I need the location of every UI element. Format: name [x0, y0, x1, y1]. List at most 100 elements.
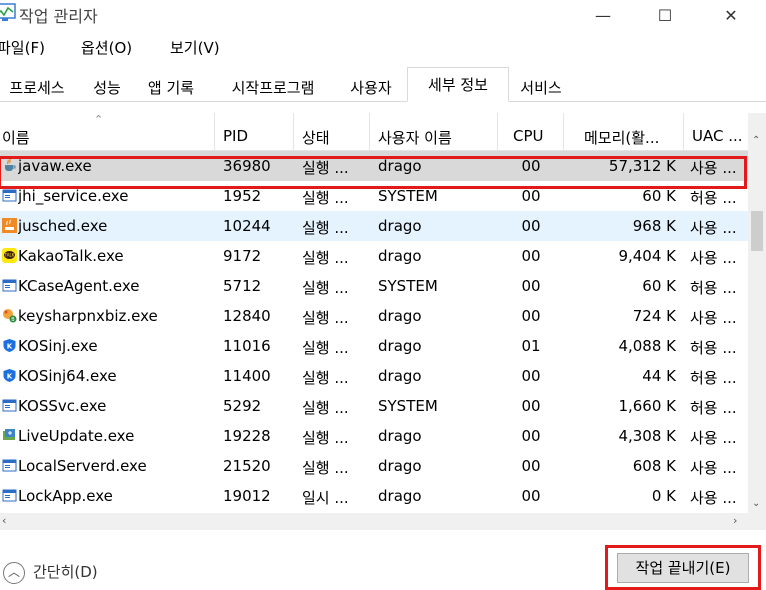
process-cpu: 01 — [521, 337, 541, 355]
table-row[interactable]: jusched.exe 10244 실행 ... drago 00 968 K 사용 ... — [0, 211, 748, 241]
process-pid: 1952 — [223, 187, 262, 205]
process-uac: 사용 ... — [690, 249, 737, 267]
process-uac: 사용 ... — [690, 429, 737, 447]
tab-performance[interactable]: 성능 — [84, 73, 130, 99]
process-cpu: 00 — [521, 187, 541, 205]
column-header-uac[interactable]: UAC ... — [692, 127, 743, 145]
table-row[interactable]: Bkeysharpnxbiz.exe 12840 실행 ... drago 00 724 … — [0, 301, 748, 331]
java-cup-icon — [2, 158, 17, 173]
scroll-left-icon[interactable]: ‹ — [2, 514, 6, 527]
process-memory: 608 K — [632, 457, 676, 475]
window-app-icon — [2, 488, 17, 503]
svg-text:TALK: TALK — [4, 253, 15, 258]
process-name: javaw.exe — [18, 157, 92, 175]
process-user: drago — [378, 457, 422, 475]
process-user: SYSTEM — [378, 187, 438, 205]
tab-services[interactable]: 서비스 — [510, 73, 572, 99]
process-memory: 60 K — [642, 187, 676, 205]
tab-users[interactable]: 사용자 — [340, 73, 402, 99]
process-cpu: 00 — [521, 427, 541, 445]
table-row[interactable]: K KOSinj64.exe 11400 실행 ... drago 00 44 K 허용 ..… — [0, 361, 748, 391]
process-status: 실행 ... — [302, 189, 349, 207]
vertical-scrollbar[interactable]: ⌃ ⌄ — [748, 113, 766, 513]
process-name: LiveUpdate.exe — [18, 427, 135, 445]
process-name: KOSinj64.exe — [18, 367, 117, 385]
tab-startup[interactable]: 시작프로그램 — [212, 73, 334, 99]
process-name: KOSinj.exe — [18, 337, 98, 355]
process-name: keysharpnxbiz.exe — [18, 307, 158, 325]
process-name: jusched.exe — [18, 217, 108, 235]
table-row[interactable]: LocalServerd.exe 21520 실행 ... drago 00 608 K 사… — [0, 451, 748, 481]
window-app-icon — [2, 278, 17, 293]
scroll-up-icon[interactable]: ⌃ — [752, 135, 760, 146]
column-header-name[interactable]: 이름 — [2, 127, 30, 148]
fewer-details-button[interactable]: ︿ 간단히(D) — [3, 561, 98, 584]
process-pid: 12840 — [223, 307, 271, 325]
process-memory: 968 K — [632, 217, 676, 235]
keysharp-icon: B — [2, 308, 17, 323]
menu-options[interactable]: 옵션(O) — [81, 37, 132, 58]
process-uac: 사용 ... — [690, 219, 737, 237]
process-memory: 724 K — [632, 307, 676, 325]
kos-shield-icon: K — [2, 338, 17, 353]
process-status: 실행 ... — [302, 459, 349, 477]
svg-text:K: K — [7, 373, 13, 381]
scroll-down-icon[interactable]: ⌄ — [752, 498, 760, 509]
menu-view[interactable]: 보기(V) — [170, 37, 220, 58]
column-header-status[interactable]: 상태 — [302, 127, 330, 148]
process-memory: 60 K — [642, 277, 676, 295]
table-row[interactable]: jhi_service.exe 1952 실행 ... SYSTEM 00 60 K 허용 … — [0, 181, 748, 211]
process-name: KOSSvc.exe — [18, 397, 107, 415]
process-status: 실행 ... — [302, 369, 349, 387]
process-name: jhi_service.exe — [18, 187, 129, 205]
process-uac: 사용 ... — [690, 159, 737, 177]
window-title: 작업 관리자 — [19, 7, 98, 26]
table-row[interactable]: KCaseAgent.exe 5712 실행 ... SYSTEM 00 60 K 허용 .… — [0, 271, 748, 301]
process-uac: 허용 ... — [690, 279, 737, 297]
title-bar: 작업 관리자 — ☐ ✕ — [0, 0, 766, 30]
tab-app-history[interactable]: 앱 기록 — [136, 73, 206, 99]
process-status: 일시 ... — [302, 489, 349, 507]
process-pid: 5292 — [223, 397, 262, 415]
process-status: 실행 ... — [302, 219, 349, 237]
column-header-memory[interactable]: 메모리(활... — [584, 127, 659, 148]
process-cpu: 00 — [521, 247, 541, 265]
tab-processes[interactable]: 프로세스 — [0, 73, 78, 99]
process-cpu: 00 — [521, 157, 541, 175]
scrollbar-thumb[interactable] — [751, 211, 763, 251]
column-header-cpu[interactable]: CPU — [513, 127, 544, 145]
process-pid: 11400 — [223, 367, 271, 385]
table-row[interactable]: TALK KakaoTalk.exe 9172 실행 ... drago 00 9,404 … — [0, 241, 748, 271]
tab-details[interactable]: 세부 정보 — [407, 67, 509, 102]
maximize-button[interactable]: ☐ — [642, 0, 688, 30]
close-button[interactable]: ✕ — [708, 0, 754, 30]
process-uac: 사용 ... — [690, 459, 737, 477]
table-row[interactable]: LockApp.exe 19012 일시 ... drago 00 0 K 사용 ... — [0, 481, 748, 511]
table-row[interactable]: javaw.exe 36980 실행 ... drago 00 57,312 K 사용 ..… — [0, 151, 748, 181]
process-uac: 사용 ... — [690, 309, 737, 327]
kakaotalk-icon: TALK — [2, 248, 17, 263]
horizontal-scrollbar[interactable]: ‹ › — [0, 513, 766, 530]
fewer-details-label: 간단히(D) — [33, 563, 98, 581]
table-row[interactable]: KOSSvc.exe 5292 실행 ... SYSTEM 00 1,660 K 허용 ..… — [0, 391, 748, 421]
process-memory: 0 K — [651, 487, 676, 505]
process-cpu: 00 — [521, 217, 541, 235]
process-name: KCaseAgent.exe — [18, 277, 140, 295]
table-row[interactable]: K KOSinj.exe 11016 실행 ... drago 01 4,088 K 허용 .… — [0, 331, 748, 361]
process-user: drago — [378, 487, 422, 505]
table-row[interactable]: LiveUpdate.exe 19228 실행 ... drago 00 4,308 K 사… — [0, 421, 748, 451]
process-pid: 10244 — [223, 217, 271, 235]
column-header-pid[interactable]: PID — [223, 127, 248, 145]
menu-file[interactable]: 파일(F) — [0, 37, 45, 58]
process-pid: 19228 — [223, 427, 271, 445]
minimize-button[interactable]: — — [580, 0, 626, 30]
process-user: drago — [378, 427, 422, 445]
svg-text:B: B — [11, 317, 15, 323]
window-app-icon — [2, 398, 17, 413]
process-name: KakaoTalk.exe — [18, 247, 124, 265]
end-task-button[interactable]: 작업 끝내기(E) — [617, 553, 749, 583]
kos-shield-icon: K — [2, 368, 17, 383]
scroll-right-icon[interactable]: › — [733, 514, 737, 527]
column-header-user[interactable]: 사용자 이름 — [378, 127, 452, 148]
liveupdate-icon — [2, 428, 17, 443]
